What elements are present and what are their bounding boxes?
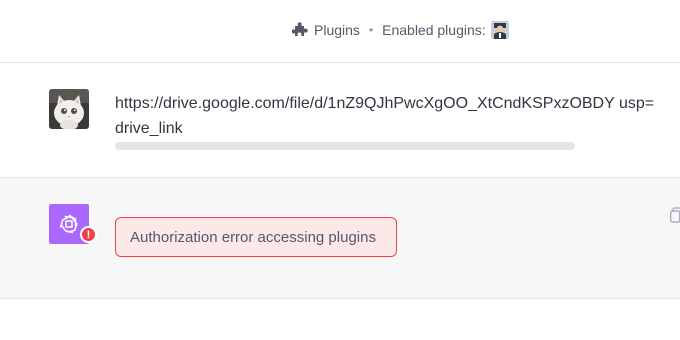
error-badge: ! xyxy=(80,226,97,243)
separator-dot: • xyxy=(368,23,374,37)
plugins-bar: Plugins • Enabled plugins: xyxy=(292,20,509,40)
chat-page: Plugins • Enabled plugins: https://drive… xyxy=(0,0,680,340)
user-message-row: https://drive.google.com/file/d/1nZ9QJhP… xyxy=(0,63,680,178)
top-header: Plugins • Enabled plugins: xyxy=(0,0,680,63)
error-text: Authorization error accessing plugins xyxy=(130,228,376,246)
plugins-label: Plugins xyxy=(314,22,360,38)
loading-bar xyxy=(115,142,575,150)
user-message-text: https://drive.google.com/file/d/1nZ9QJhP… xyxy=(115,95,655,137)
assistant-message-row: ! Authorization error accessing plugins xyxy=(0,178,680,299)
puzzle-icon xyxy=(292,22,308,38)
error-message: Authorization error accessing plugins xyxy=(115,217,397,257)
cat-avatar xyxy=(49,89,89,129)
copy-icon[interactable] xyxy=(670,207,680,223)
enabled-plugins-label: Enabled plugins: xyxy=(382,22,486,38)
plugin-avatar-icon[interactable] xyxy=(490,21,509,39)
